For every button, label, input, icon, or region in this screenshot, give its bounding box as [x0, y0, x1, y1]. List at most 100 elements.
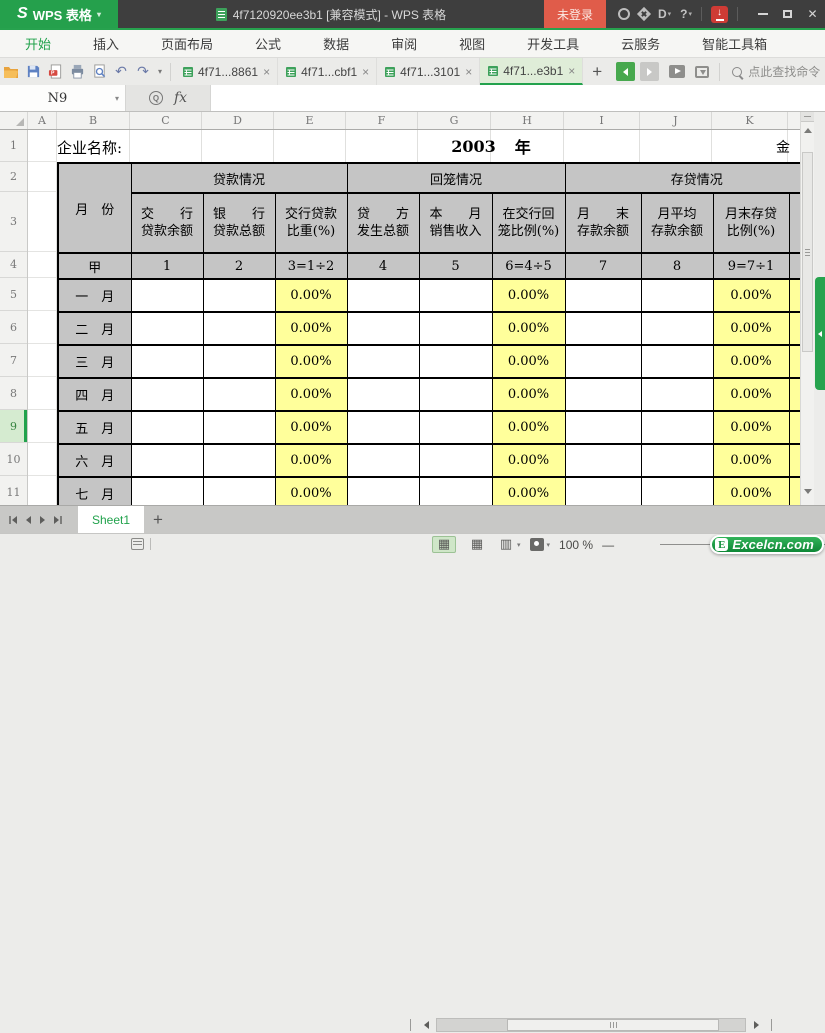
- new-document-tab-button[interactable]: +: [583, 62, 611, 82]
- export-pdf-button[interactable]: P: [44, 60, 66, 84]
- pct-cell[interactable]: 0.00%: [712, 476, 790, 505]
- doc-tab-1[interactable]: 4f71...8861 ×: [175, 58, 279, 85]
- code-cell[interactable]: 9=7÷1: [712, 252, 790, 280]
- tab-home[interactable]: 开始: [4, 30, 72, 57]
- data-cell[interactable]: [346, 443, 420, 478]
- data-cell[interactable]: [418, 278, 493, 313]
- tab-page-layout[interactable]: 页面布局: [140, 30, 234, 57]
- cell[interactable]: [130, 130, 202, 162]
- code-cell[interactable]: 3=1÷2: [274, 252, 348, 280]
- pct-cell[interactable]: 0.00%: [274, 377, 348, 412]
- code-cell-clipped[interactable]: [788, 252, 800, 280]
- next-sheet-button[interactable]: [40, 515, 45, 524]
- row-header-2[interactable]: 2: [0, 162, 27, 192]
- cell[interactable]: [346, 130, 418, 162]
- data-cell-clipped[interactable]: [788, 344, 800, 379]
- data-cell[interactable]: [640, 377, 714, 412]
- pct-cell[interactable]: 0.00%: [491, 311, 566, 346]
- data-cell[interactable]: [202, 344, 276, 379]
- pct-cell[interactable]: 0.00%: [491, 278, 566, 313]
- scroll-up-button[interactable]: [801, 123, 814, 137]
- data-cell[interactable]: [564, 443, 642, 478]
- pct-cell[interactable]: 0.00%: [274, 344, 348, 379]
- tab-review[interactable]: 审阅: [370, 30, 438, 57]
- open-file-button[interactable]: [0, 60, 22, 84]
- data-cell[interactable]: [130, 278, 204, 313]
- pct-cell[interactable]: 0.00%: [712, 410, 790, 445]
- data-cell[interactable]: [418, 476, 493, 505]
- column-header-e[interactable]: E: [274, 112, 346, 129]
- redo-button[interactable]: ↷: [132, 60, 154, 84]
- data-cell[interactable]: [640, 278, 714, 313]
- pct-cell[interactable]: 0.00%: [712, 344, 790, 379]
- header-cell[interactable]: 在交行回 笼比例(%): [491, 192, 566, 254]
- code-cell[interactable]: 1: [130, 252, 204, 280]
- code-cell[interactable]: 甲: [57, 252, 132, 280]
- normal-view-button[interactable]: ▦: [432, 536, 456, 553]
- doc-tab-3[interactable]: 4f71...3101 ×: [377, 58, 481, 85]
- tab-scroll-back-button[interactable]: [616, 62, 636, 81]
- data-cell[interactable]: [640, 443, 714, 478]
- code-cell[interactable]: 7: [564, 252, 642, 280]
- tab-insert[interactable]: 插入: [72, 30, 140, 57]
- year-cell[interactable]: 2003 年: [418, 130, 564, 162]
- doc-tab-4-active[interactable]: 4f71...e3b1 ×: [480, 58, 584, 85]
- code-cell[interactable]: 5: [418, 252, 493, 280]
- insert-function-button[interactable]: fx: [174, 90, 187, 106]
- data-cell-clipped[interactable]: [788, 410, 800, 445]
- month-cell[interactable]: 五 月: [57, 410, 132, 445]
- row-header-8[interactable]: 8: [0, 377, 27, 410]
- cell[interactable]: [274, 130, 346, 162]
- column-header-g[interactable]: G: [418, 112, 491, 129]
- data-cell[interactable]: [564, 278, 642, 313]
- row-header-3[interactable]: 3: [0, 192, 27, 252]
- tab-data[interactable]: 数据: [302, 30, 370, 57]
- tab-cloud[interactable]: 云服务: [600, 30, 681, 57]
- pct-cell[interactable]: 0.00%: [274, 311, 348, 346]
- group-header-loan[interactable]: 贷款情况: [130, 162, 348, 194]
- cell[interactable]: [202, 130, 274, 162]
- column-header-c[interactable]: C: [130, 112, 202, 129]
- data-cell[interactable]: [564, 344, 642, 379]
- column-header-a[interactable]: A: [28, 112, 57, 129]
- data-cell-clipped[interactable]: [788, 377, 800, 412]
- data-cell[interactable]: [130, 443, 204, 478]
- add-sheet-button[interactable]: +: [144, 510, 172, 530]
- sidebar-collapse-handle[interactable]: [815, 277, 825, 390]
- group-header-return[interactable]: 回笼情况: [346, 162, 566, 194]
- cell[interactable]: [640, 130, 712, 162]
- code-cell[interactable]: 2: [202, 252, 276, 280]
- data-cell[interactable]: [418, 410, 493, 445]
- data-cell-clipped[interactable]: [788, 311, 800, 346]
- data-cell[interactable]: [564, 476, 642, 505]
- header-cell[interactable]: 交行贷款 比重(%): [274, 192, 348, 254]
- scroll-left-button[interactable]: [416, 1017, 436, 1033]
- data-cell[interactable]: [418, 344, 493, 379]
- data-cell-clipped[interactable]: [788, 278, 800, 313]
- first-sheet-button[interactable]: [9, 515, 17, 524]
- data-cell[interactable]: [346, 476, 420, 505]
- data-cell[interactable]: [202, 377, 276, 412]
- scroll-right-button[interactable]: [746, 1017, 766, 1033]
- last-sheet-button[interactable]: [54, 515, 62, 524]
- vertical-scroll-thumb[interactable]: [802, 152, 813, 352]
- column-a-cells[interactable]: [28, 130, 57, 505]
- zoom-out-button[interactable]: —: [602, 538, 614, 552]
- membership-icon[interactable]: [636, 6, 652, 22]
- pct-cell[interactable]: 0.00%: [274, 410, 348, 445]
- data-cell[interactable]: [130, 410, 204, 445]
- pct-cell[interactable]: 0.00%: [491, 344, 566, 379]
- data-cell[interactable]: [346, 410, 420, 445]
- row-header-10[interactable]: 10: [0, 443, 27, 476]
- month-cell[interactable]: 二 月: [57, 311, 132, 346]
- data-cell[interactable]: [346, 278, 420, 313]
- month-cell[interactable]: 三 月: [57, 344, 132, 379]
- print-button[interactable]: [66, 60, 88, 84]
- pct-cell[interactable]: 0.00%: [274, 443, 348, 478]
- horizontal-scrollbar[interactable]: [410, 1017, 788, 1033]
- header-cell[interactable]: 月末存贷 比例(%): [712, 192, 790, 254]
- row-header-5[interactable]: 5: [0, 278, 27, 311]
- vertical-scrollbar[interactable]: [800, 112, 814, 505]
- row-header-6[interactable]: 6: [0, 311, 27, 344]
- data-cell[interactable]: [130, 344, 204, 379]
